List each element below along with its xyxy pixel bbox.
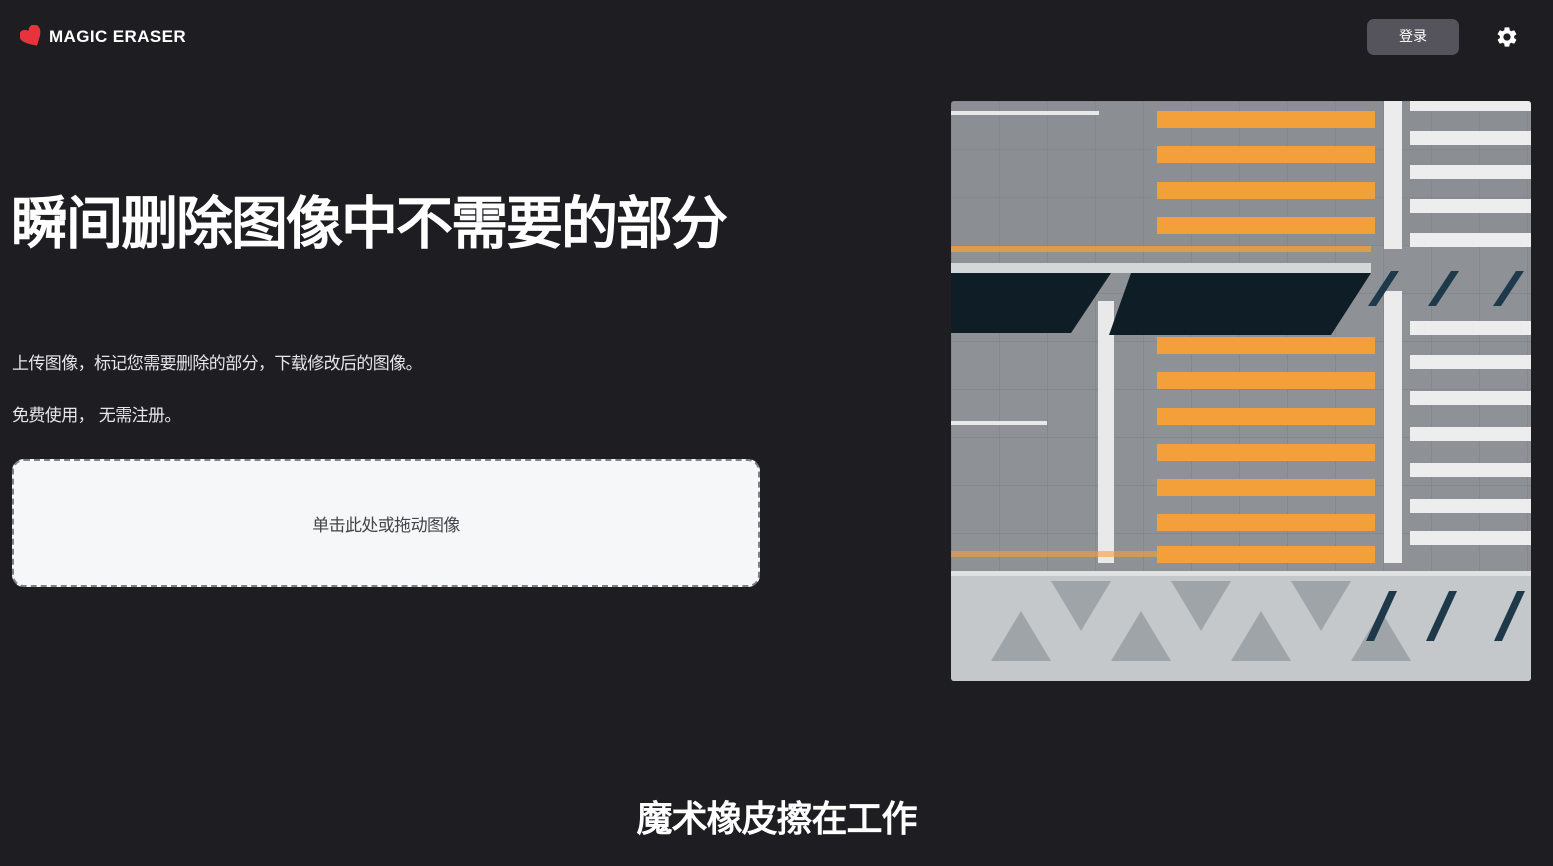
hero-title: 瞬间删除图像中不需要的部分: [11, 191, 728, 257]
dropzone-label: 单击此处或拖动图像: [312, 515, 460, 536]
login-button[interactable]: 登录: [1367, 19, 1459, 55]
crosswalk-photo: [951, 101, 1531, 681]
gear-icon[interactable]: [1495, 25, 1519, 49]
top-bar: MAGIC ERASER 登录: [0, 0, 1553, 76]
heart-icon: [20, 25, 41, 46]
logo[interactable]: MAGIC ERASER: [20, 24, 186, 50]
section-title: 魔术橡皮擦在工作: [636, 799, 917, 840]
hero-example-image: [951, 101, 1531, 681]
logo-text: MAGIC ERASER: [49, 27, 187, 46]
upload-dropzone[interactable]: 单击此处或拖动图像: [12, 459, 760, 587]
free-note: 免费使用， 无需注册。: [12, 406, 181, 426]
hero-description: 上传图像，标记您需要删除的部分，下载修改后的图像。: [12, 354, 423, 374]
